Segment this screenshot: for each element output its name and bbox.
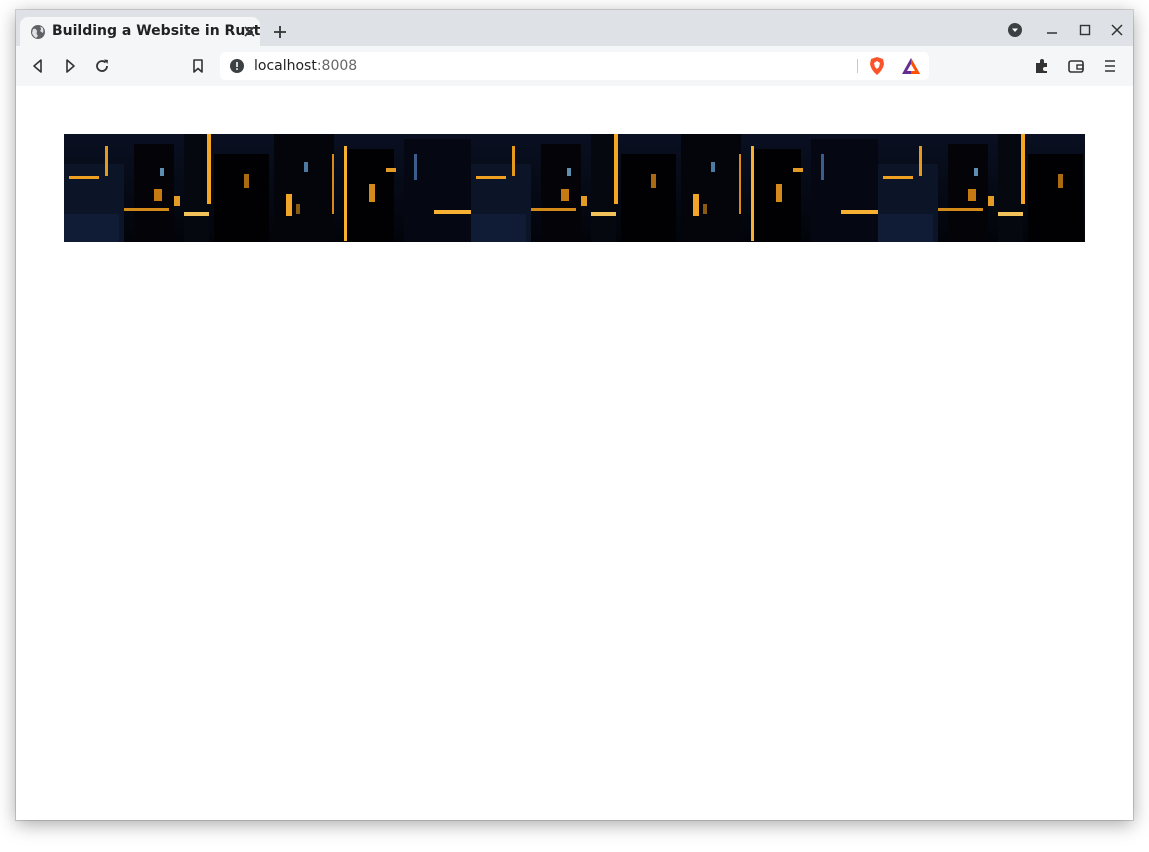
wallet-icon[interactable] bbox=[1066, 56, 1086, 76]
tab-title: Building a Website in Rust bbox=[52, 23, 261, 39]
puzzle-icon[interactable] bbox=[1032, 56, 1052, 76]
address-bar[interactable]: localhost:8008 bbox=[220, 52, 929, 80]
close-tab-icon[interactable] bbox=[243, 25, 256, 38]
bookmark-icon[interactable] bbox=[188, 56, 208, 76]
brave-shields-icon[interactable] bbox=[867, 56, 887, 76]
brave-rewards-icon[interactable] bbox=[901, 57, 921, 75]
tab-strip: Building a Website in Rust bbox=[16, 10, 1133, 46]
url-port: :8008 bbox=[316, 58, 358, 74]
url-divider bbox=[857, 59, 858, 73]
back-arrow-icon[interactable] bbox=[28, 56, 48, 76]
url-host: localhost bbox=[254, 58, 317, 74]
browser-window: Building a Website in Rust localhost:800… bbox=[16, 10, 1133, 820]
tab-search-icon[interactable] bbox=[1007, 22, 1023, 38]
new-tab-button[interactable] bbox=[272, 24, 288, 40]
minimize-icon[interactable] bbox=[1044, 22, 1060, 38]
reload-icon[interactable] bbox=[92, 56, 112, 76]
close-window-icon[interactable] bbox=[1109, 22, 1125, 38]
tab-active[interactable]: Building a Website in Rust bbox=[20, 17, 260, 46]
page-content bbox=[16, 86, 1133, 820]
globe-icon bbox=[31, 25, 45, 39]
info-icon[interactable] bbox=[230, 59, 244, 73]
navigation-toolbar: localhost:8008 bbox=[16, 46, 1133, 87]
maximize-icon[interactable] bbox=[1077, 22, 1093, 38]
city-night-image bbox=[64, 134, 1085, 242]
banner-image bbox=[64, 134, 1085, 242]
url-text[interactable]: localhost:8008 bbox=[254, 58, 357, 74]
hamburger-menu-icon[interactable] bbox=[1100, 56, 1120, 76]
forward-arrow-icon[interactable] bbox=[60, 56, 80, 76]
